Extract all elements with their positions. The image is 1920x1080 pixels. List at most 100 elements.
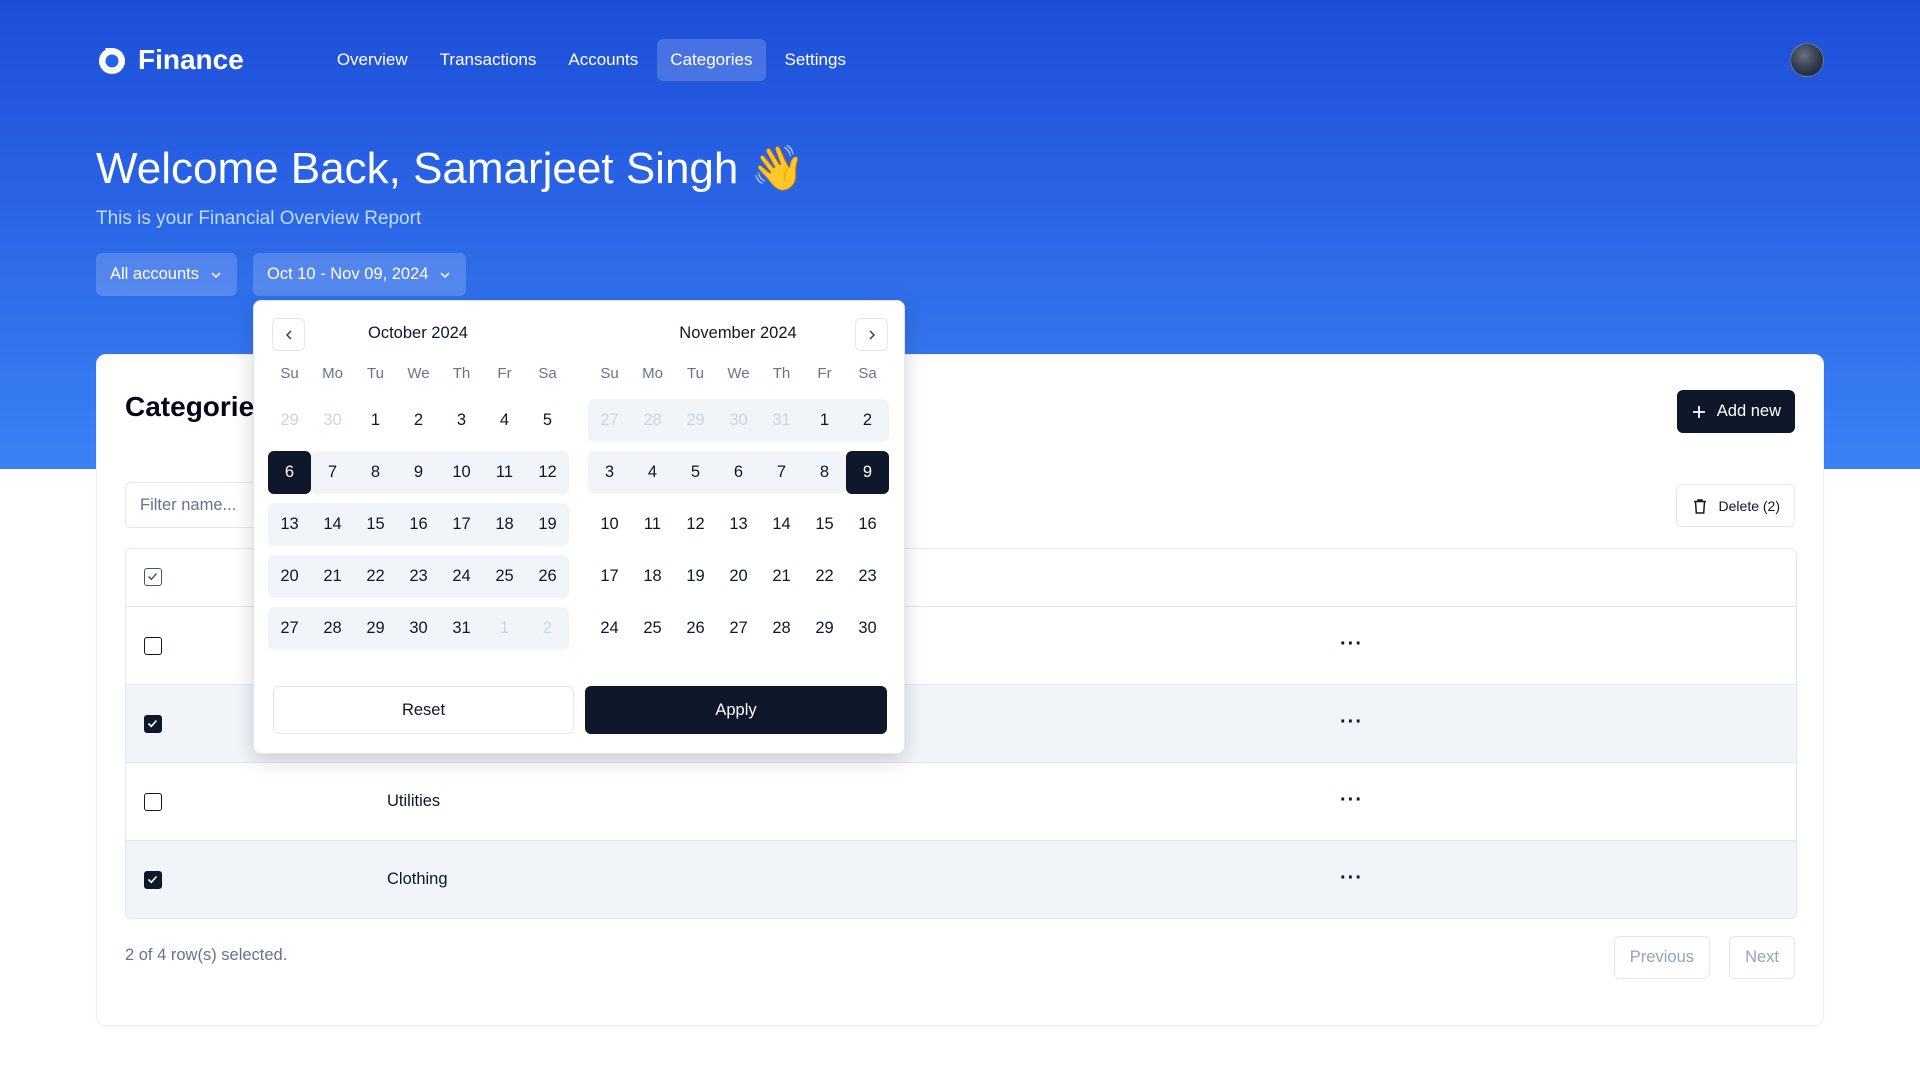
welcome-subtitle: This is your Financial Overview Report (96, 208, 422, 229)
calendar-day[interactable]: 27 (588, 399, 631, 442)
nav-item-categories[interactable]: Categories (657, 39, 766, 81)
calendar-day[interactable]: 30 (397, 607, 440, 650)
next-month-button[interactable] (855, 318, 888, 351)
row-actions-menu-icon[interactable]: ··· (1340, 789, 1363, 812)
calendar-day[interactable]: 3 (440, 399, 483, 442)
calendar-day[interactable]: 3 (588, 451, 631, 494)
calendar-day[interactable]: 14 (311, 503, 354, 546)
calendar-day[interactable]: 10 (588, 503, 631, 546)
select-all-checkbox[interactable] (144, 568, 162, 586)
calendar-day[interactable]: 12 (674, 503, 717, 546)
calendar-day[interactable]: 17 (588, 555, 631, 598)
account-filter-button[interactable]: All accounts (96, 253, 237, 296)
row-checkbox[interactable] (144, 793, 162, 811)
calendar-day[interactable]: 29 (354, 607, 397, 650)
calendar-day[interactable]: 29 (268, 399, 311, 442)
previous-month-button[interactable] (272, 318, 305, 351)
calendar-day[interactable]: 2 (397, 399, 440, 442)
calendar-day[interactable]: 6 (268, 451, 311, 494)
calendar-day[interactable]: 1 (803, 399, 846, 442)
calendar-day[interactable]: 14 (760, 503, 803, 546)
apply-button[interactable]: Apply (585, 686, 887, 734)
calendar-day[interactable]: 28 (760, 607, 803, 650)
calendar-day[interactable]: 8 (803, 451, 846, 494)
calendar-day[interactable]: 23 (397, 555, 440, 598)
row-actions-menu-icon[interactable]: ··· (1340, 867, 1363, 890)
row-actions-menu-icon[interactable]: ··· (1340, 633, 1363, 656)
calendar-day[interactable]: 30 (311, 399, 354, 442)
calendar-week: 13 14 15 16 17 18 19 (268, 503, 569, 546)
calendar-day[interactable]: 6 (717, 451, 760, 494)
calendar-day[interactable]: 29 (674, 399, 717, 442)
delete-button[interactable]: Delete (2) (1675, 484, 1795, 527)
nav-item-settings[interactable]: Settings (772, 39, 859, 81)
calendar-day[interactable]: 2 (526, 607, 569, 650)
calendar-day[interactable]: 27 (717, 607, 760, 650)
calendar-day[interactable]: 2 (846, 399, 889, 442)
calendar-day[interactable]: 16 (397, 503, 440, 546)
calendar-day[interactable]: 4 (631, 451, 674, 494)
calendar-day[interactable]: 31 (440, 607, 483, 650)
calendar-day[interactable]: 24 (588, 607, 631, 650)
nav-item-overview[interactable]: Overview (324, 39, 421, 81)
calendar-day[interactable]: 31 (760, 399, 803, 442)
nav-item-accounts[interactable]: Accounts (555, 39, 651, 81)
calendar-day[interactable]: 20 (268, 555, 311, 598)
calendar-day[interactable]: 7 (760, 451, 803, 494)
calendar-day[interactable]: 22 (354, 555, 397, 598)
calendar-day[interactable]: 27 (268, 607, 311, 650)
calendar-day[interactable]: 18 (483, 503, 526, 546)
calendar-day[interactable]: 22 (803, 555, 846, 598)
previous-page-button[interactable]: Previous (1613, 936, 1710, 979)
calendar-day[interactable]: 28 (631, 399, 674, 442)
calendar-day[interactable]: 26 (674, 607, 717, 650)
calendar-day[interactable]: 24 (440, 555, 483, 598)
calendar-day[interactable]: 23 (846, 555, 889, 598)
row-actions-menu-icon[interactable]: ··· (1340, 711, 1363, 734)
row-checkbox[interactable] (144, 637, 162, 655)
calendar-day[interactable]: 11 (483, 451, 526, 494)
calendar-day[interactable]: 10 (440, 451, 483, 494)
calendar-day[interactable]: 28 (311, 607, 354, 650)
calendar-day[interactable]: 5 (526, 399, 569, 442)
brand-name: Finance (138, 44, 244, 75)
user-avatar[interactable] (1790, 43, 1824, 77)
calendar-day[interactable]: 18 (631, 555, 674, 598)
calendar-day[interactable]: 30 (846, 607, 889, 650)
calendar-day[interactable]: 17 (440, 503, 483, 546)
calendar-day[interactable]: 11 (631, 503, 674, 546)
calendar-day[interactable]: 5 (674, 451, 717, 494)
calendar-day[interactable]: 19 (674, 555, 717, 598)
calendar-day[interactable]: 9 (397, 451, 440, 494)
calendar-day[interactable]: 29 (803, 607, 846, 650)
calendar-day[interactable]: 1 (483, 607, 526, 650)
calendar-day[interactable]: 15 (354, 503, 397, 546)
calendar-day[interactable]: 13 (717, 503, 760, 546)
calendar-day[interactable]: 20 (717, 555, 760, 598)
calendar-day[interactable]: 1 (354, 399, 397, 442)
row-checkbox[interactable] (144, 715, 162, 733)
row-checkbox[interactable] (144, 871, 162, 889)
calendar-day[interactable]: 25 (631, 607, 674, 650)
calendar-day[interactable]: 25 (483, 555, 526, 598)
calendar-day[interactable]: 13 (268, 503, 311, 546)
calendar-day[interactable]: 15 (803, 503, 846, 546)
calendar-day[interactable]: 8 (354, 451, 397, 494)
calendar-day[interactable]: 7 (311, 451, 354, 494)
add-new-button[interactable]: Add new (1676, 390, 1795, 433)
date-range-button[interactable]: Oct 10 - Nov 09, 2024 (253, 253, 467, 296)
calendar-day[interactable]: 16 (846, 503, 889, 546)
calendar-day[interactable]: 9 (846, 451, 889, 494)
calendar-week: 27 28 29 30 31 1 2 (268, 607, 569, 650)
calendar-day[interactable]: 19 (526, 503, 569, 546)
calendar-day[interactable]: 21 (311, 555, 354, 598)
next-page-button[interactable]: Next (1729, 936, 1795, 979)
nav-item-transactions[interactable]: Transactions (427, 39, 550, 81)
calendar-day[interactable]: 12 (526, 451, 569, 494)
calendar-day[interactable]: 30 (717, 399, 760, 442)
calendar-day[interactable]: 4 (483, 399, 526, 442)
calendar-day[interactable]: 21 (760, 555, 803, 598)
calendar-day[interactable]: 26 (526, 555, 569, 598)
reset-button[interactable]: Reset (273, 686, 574, 734)
brand[interactable]: Finance (96, 44, 244, 76)
